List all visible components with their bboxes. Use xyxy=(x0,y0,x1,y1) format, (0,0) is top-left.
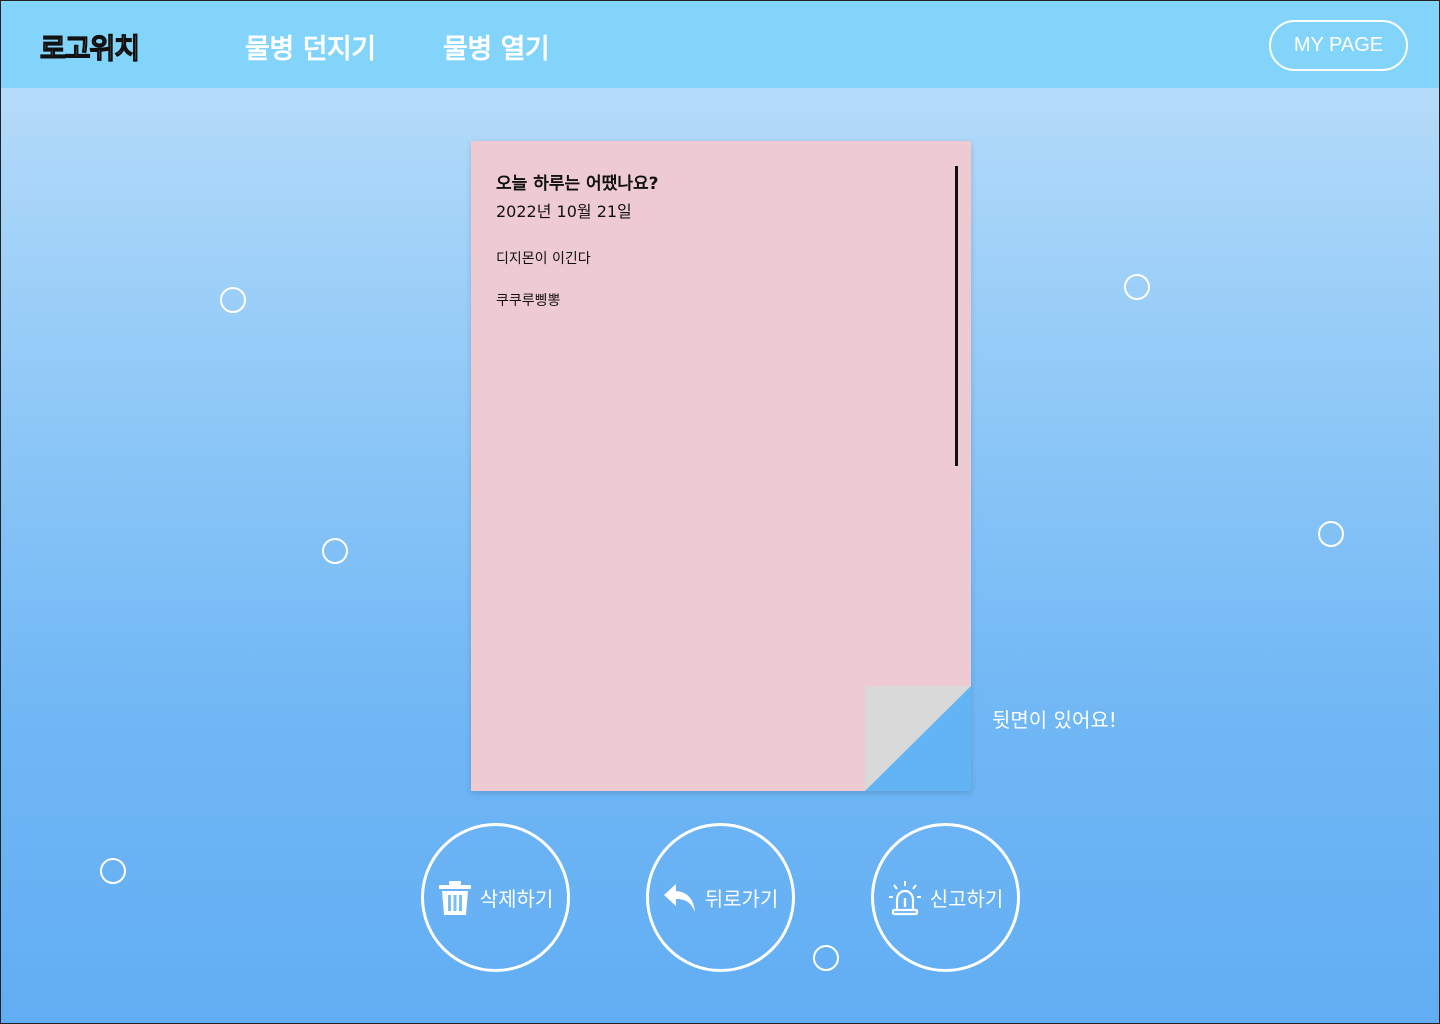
bubble-decoration xyxy=(1318,521,1344,547)
my-page-button[interactable]: MY PAGE xyxy=(1269,20,1408,71)
letter-line: 디지몬이 이긴다 xyxy=(496,251,591,267)
back-button[interactable]: 뒤로가기 xyxy=(646,823,795,972)
letter-title: 오늘 하루는 어땠나요? xyxy=(496,174,659,194)
trash-icon xyxy=(438,880,471,915)
nav-open-bottle[interactable]: 물병 열기 xyxy=(443,27,550,66)
delete-label: 삭제하기 xyxy=(479,887,554,911)
bubble-decoration xyxy=(322,538,348,564)
bubble-decoration xyxy=(1124,274,1150,300)
back-label: 뒤로가기 xyxy=(704,887,779,911)
siren-icon xyxy=(888,880,921,915)
letter-card: 오늘 하루는 어땠나요? 2022년 10월 21일 디지몬이 이긴다 쿠쿠루삥… xyxy=(471,141,971,791)
delete-button[interactable]: 삭제하기 xyxy=(421,823,570,972)
bubble-decoration xyxy=(220,287,246,313)
letter-scrollbar[interactable] xyxy=(955,166,958,466)
report-label: 신고하기 xyxy=(929,887,1004,911)
logo[interactable]: 로고위치 xyxy=(39,27,140,67)
page-flip-corner[interactable] xyxy=(865,686,971,791)
nav-throw-bottle[interactable]: 물병 던지기 xyxy=(245,27,376,66)
reply-arrow-icon xyxy=(663,883,695,912)
bubble-decoration xyxy=(813,945,839,971)
header-bar: 로고위치 물병 던지기 물병 열기 MY PAGE xyxy=(1,1,1439,88)
flip-hint[interactable]: 뒷면이 있어요! xyxy=(992,704,1117,733)
bubble-decoration xyxy=(100,858,126,884)
report-button[interactable]: 신고하기 xyxy=(871,823,1020,972)
letter-date: 2022년 10월 21일 xyxy=(496,202,632,221)
letter-line: 쿠쿠루삥뽕 xyxy=(496,293,561,309)
